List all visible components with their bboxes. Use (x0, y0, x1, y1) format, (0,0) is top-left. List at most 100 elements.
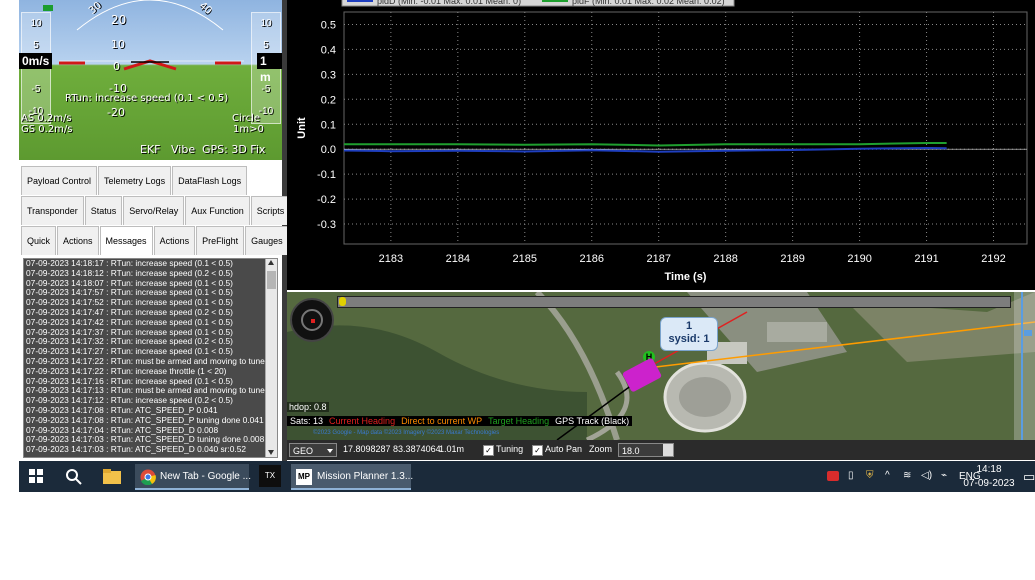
tab-telemetry-logs[interactable]: Telemetry Logs (98, 166, 172, 195)
pitch-label: 0 (113, 60, 120, 73)
speed-value: 0m/s (19, 53, 53, 69)
pitch-label: -20 (107, 106, 125, 119)
chrome-icon (140, 469, 156, 485)
tab-preflight[interactable]: PreFlight (196, 226, 245, 255)
x-tick-label: 2188 (713, 253, 737, 265)
tab-gauges[interactable]: Gauges (245, 226, 289, 255)
hud-status-message: RTun: increase speed (0.1 < 0.5) (65, 93, 229, 104)
flight-map[interactable]: 1 sysid: 1 H hdop: 0.8 Sats: 13 Current … (287, 292, 1035, 440)
hud-horizon (43, 0, 244, 71)
messages-scrollbar[interactable] (265, 259, 277, 457)
mission-planner-label: Mission Planner 1.3... (317, 471, 414, 482)
x-tick-label: 2192 (981, 253, 1005, 265)
tabs-panel: Payload Control Telemetry Logs DataFlash… (19, 160, 291, 460)
notification-icon[interactable]: ▭ (1023, 469, 1035, 485)
tab-status[interactable]: Status (84, 196, 123, 225)
x-tick-label: 2184 (446, 253, 470, 265)
autopan-checkbox[interactable]: ✓ (532, 445, 543, 456)
legend-current-heading: Current Heading (326, 416, 399, 426)
map-progress-handle[interactable] (339, 297, 346, 306)
taskbar-mission-planner[interactable]: MP Mission Planner 1.3... (291, 464, 414, 490)
clock-date[interactable]: 07-09-2023 (961, 478, 1017, 489)
search-icon[interactable] (65, 468, 83, 491)
groundspeed-readout: GS 0.2m/s (21, 124, 73, 135)
opentx-icon[interactable]: TX (259, 465, 281, 487)
battery-icon[interactable]: ▯ (848, 470, 854, 481)
tab-transponder[interactable]: Transponder (21, 196, 84, 225)
taskbar-chrome[interactable]: New Tab - Google ... (135, 464, 251, 490)
hud-panel: 20 10 0 -10 -20 30 40 10 5 -5 -10 0m/s 10 5-… (19, 0, 282, 160)
tab-payload-control[interactable]: Payload Control (21, 166, 98, 195)
y-tick-label: 0.5 (321, 19, 336, 31)
plot-area (343, 11, 1028, 245)
map-zoom-track[interactable] (337, 296, 1011, 308)
map-legend: Sats: 13 Current Heading Direct to curre… (287, 416, 633, 426)
wp-distance: 1m>0 (233, 124, 264, 135)
tuning-checkbox[interactable]: ✓ (483, 445, 494, 456)
x-tick-label: 2185 (513, 253, 537, 265)
messages-list: 07-09-2023 14:18:17 : RTun: increase spe… (24, 259, 277, 455)
scroll-thumb[interactable] (267, 271, 276, 289)
vehicle-tooltip: 1 sysid: 1 (660, 317, 718, 351)
tab-messages[interactable]: Messages (99, 226, 153, 255)
legend-entry: pidD (Min: -0.01 Max: 0.01 Mean: 0) (377, 0, 521, 6)
tab-aux-function[interactable]: Aux Function (185, 196, 250, 225)
x-tick-label: 2187 (646, 253, 670, 265)
tab-row-2: Transponder Status Servo/Relay Aux Funct… (21, 196, 291, 225)
y-tick-label: 0.0 (321, 144, 336, 156)
y-axis-label: Unit (296, 117, 308, 139)
map-toolbar: GEO 17.8098287 83.3874064 1.01m ✓ Tuning… (287, 440, 1035, 460)
message-line: 07-09-2023 14:17:03 : RTun: ATC_SPEED_D … (26, 444, 247, 455)
tab-dataflash-logs[interactable]: DataFlash Logs (172, 166, 248, 195)
y-tick-label: -0.2 (317, 194, 336, 206)
altitude-value: 1 m (257, 53, 282, 84)
altitude-readout: 1.01m (439, 444, 465, 454)
wifi-icon[interactable]: ≋ (903, 470, 911, 481)
y-tick-label: 0.3 (321, 69, 336, 81)
security-icon[interactable]: ⛨ (866, 470, 874, 481)
vibe-indicator[interactable]: Vibe (171, 143, 195, 156)
chrome-label: New Tab - Google ... (160, 471, 251, 482)
tab-actions[interactable]: Actions (57, 226, 99, 255)
tab-row-1: Payload Control Telemetry Logs DataFlash… (21, 166, 248, 195)
x-tick-label: 2183 (379, 253, 403, 265)
line-chart: 0.5 0.4 0.3 0.2 0.1 0.0 -0.1 -0.2 -0.3 2183 2184 21… (296, 0, 1028, 283)
gps-status: GPS: 3D Fix (202, 143, 266, 156)
y-tick-label: 0.2 (321, 94, 336, 106)
volume-icon[interactable]: ◁) (921, 470, 932, 481)
flight-mode: Circle (232, 113, 261, 124)
x-tick-label: 2189 (780, 253, 804, 265)
zoom-label: Zoom (589, 444, 613, 454)
x-tick-label: 2191 (914, 253, 938, 265)
sats-count: Sats: 13 (287, 416, 327, 426)
coord-system-select[interactable]: GEO (289, 443, 337, 457)
clock-time[interactable]: 14:18 (969, 464, 1009, 475)
stepper-arrows-icon[interactable] (663, 444, 673, 456)
x-tick-label: 2190 (847, 253, 871, 265)
tab-quick[interactable]: Quick (21, 226, 57, 255)
tab-actions-2[interactable]: Actions (153, 226, 196, 255)
chevron-up-icon[interactable]: ^ (885, 470, 890, 481)
messages-log[interactable]: 07-09-2023 14:18:17 : RTun: increase spe… (23, 258, 278, 458)
hdop-readout: hdop: 0.8 (287, 402, 329, 412)
autopan-label: Auto Pan (545, 444, 583, 454)
x-axis-label: Time (s) (665, 271, 707, 283)
tab-scripts[interactable]: Scripts (250, 196, 291, 225)
y-tick-label: -0.3 (317, 219, 336, 231)
tab-servo-relay[interactable]: Servo/Relay (123, 196, 185, 225)
windows-start-icon[interactable] (29, 469, 43, 492)
map-copyright: ©2023 Google - Map data ©2023 Imagery ©2… (313, 430, 500, 436)
tuning-graph[interactable]: 0.5 0.4 0.3 0.2 0.1 0.0 -0.1 -0.2 -0.3 2183 2184 21… (287, 0, 1035, 290)
legend-gps-track: GPS Track (Black) (552, 416, 633, 426)
y-tick-label: -0.1 (317, 169, 336, 181)
scroll-down-icon[interactable] (268, 450, 274, 455)
ekf-indicator[interactable]: EKF (140, 143, 161, 156)
compass-icon (290, 298, 334, 342)
mission-planner-icon: MP (296, 469, 312, 485)
zoom-stepper[interactable]: 18.0 (618, 443, 674, 457)
scroll-up-icon[interactable] (268, 260, 274, 265)
airspeed-readout: AS 0.2m/s (21, 113, 72, 124)
file-explorer-icon[interactable] (103, 469, 121, 492)
windows-taskbar: New Tab - Google ... TX MP Mission Plann… (19, 461, 1035, 492)
tray-app-icon[interactable] (827, 471, 839, 481)
